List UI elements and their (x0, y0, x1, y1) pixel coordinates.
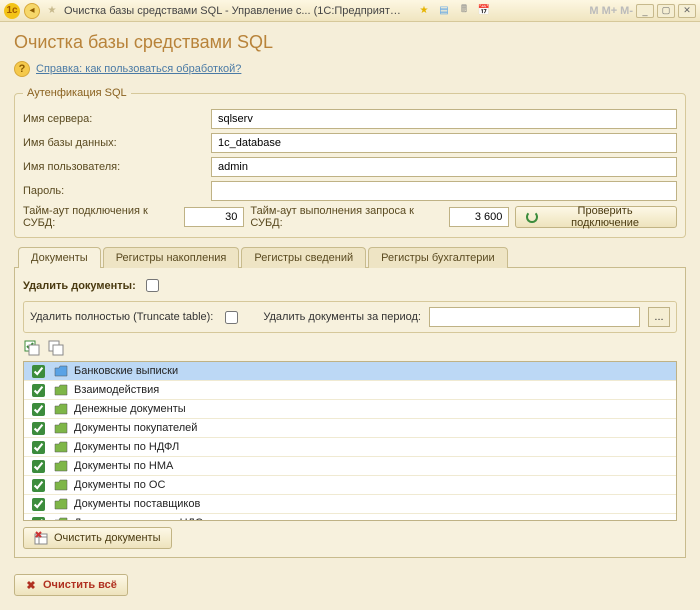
db-label: Имя базы данных: (23, 137, 203, 149)
memory-m-plus[interactable]: M+ (602, 5, 618, 17)
tab-info-registers[interactable]: Регистры сведений (241, 247, 366, 268)
password-label: Пароль: (23, 185, 203, 197)
folder-icon (54, 479, 68, 491)
list-item[interactable]: Документы по ОС (24, 476, 676, 495)
user-input[interactable] (211, 157, 677, 177)
list-item-checkbox[interactable] (32, 460, 45, 473)
window-title: Очистка базы средствами SQL - Управление… (64, 5, 404, 17)
close-button[interactable]: ✕ (678, 4, 696, 18)
help-link[interactable]: Справка: как пользоваться обработкой? (36, 63, 241, 75)
star-icon[interactable]: ★ (44, 3, 60, 19)
db-input[interactable] (211, 133, 677, 153)
delete-table-icon (34, 531, 48, 545)
tab-accum-registers[interactable]: Регистры накопления (103, 247, 240, 268)
period-picker-button[interactable]: ... (648, 307, 670, 327)
list-item-checkbox[interactable] (32, 498, 45, 511)
folder-icon (54, 365, 68, 377)
restore-button[interactable]: ▢ (657, 4, 675, 18)
conn-timeout-input[interactable] (184, 207, 244, 227)
truncate-checkbox[interactable] (225, 311, 238, 324)
delete-docs-label: Удалить документы: (23, 280, 136, 292)
list-item[interactable]: Документы по НМА (24, 457, 676, 476)
folder-icon (54, 422, 68, 434)
list-item-checkbox[interactable] (32, 517, 45, 522)
folder-icon (54, 384, 68, 396)
refresh-icon (526, 211, 538, 223)
list-item-label: Документы по учету НДС для передачи в эл… (74, 517, 382, 521)
user-label: Имя пользователя: (23, 161, 203, 173)
list-item-label: Документы по ОС (74, 479, 165, 491)
list-item[interactable]: Документы по учету НДС для передачи в эл… (24, 514, 676, 521)
titlebar: 1c ◂ ★ Очистка базы средствами SQL - Упр… (0, 0, 700, 22)
nav-back-icon[interactable]: ◂ (24, 3, 40, 19)
list-item-checkbox[interactable] (32, 403, 45, 416)
memory-m[interactable]: M (589, 5, 598, 17)
list-item[interactable]: Документы покупателей (24, 419, 676, 438)
folder-icon (54, 517, 68, 521)
page-title: Очистка базы средствами SQL (14, 32, 686, 53)
list-item[interactable]: Банковские выписки (24, 362, 676, 381)
list-item-label: Банковские выписки (74, 365, 178, 377)
list-item-checkbox[interactable] (32, 422, 45, 435)
tab-documents[interactable]: Документы (18, 247, 101, 268)
list-item-checkbox[interactable] (32, 365, 45, 378)
password-input[interactable] (211, 181, 677, 201)
list-item-checkbox[interactable] (32, 479, 45, 492)
folder-icon (54, 498, 68, 510)
query-timeout-input[interactable] (449, 207, 509, 227)
list-item-label: Денежные документы (74, 403, 186, 415)
list-item-label: Документы по НМА (74, 460, 173, 472)
doc-icon[interactable]: ▤ (436, 3, 452, 19)
auth-fieldset: Аутенфикация SQL Имя сервера: Имя базы д… (14, 87, 686, 238)
options-line: Удалить полностью (Truncate table): Удал… (23, 301, 677, 333)
tab-body: Удалить документы: Удалить полностью (Tr… (14, 268, 686, 558)
x-icon: ✖ (25, 579, 37, 591)
list-item-checkbox[interactable] (32, 441, 45, 454)
check-connection-button[interactable]: Проверить подключение (515, 206, 677, 228)
list-item-label: Документы покупателей (74, 422, 197, 434)
check-connection-label: Проверить подключение (544, 205, 666, 229)
list-item-checkbox[interactable] (32, 384, 45, 397)
folder-icon (54, 403, 68, 415)
clear-all-label: Очистить всё (43, 579, 117, 591)
list-item[interactable]: Взаимодействия (24, 381, 676, 400)
list-item[interactable]: Документы по НДФЛ (24, 438, 676, 457)
calendar-icon[interactable]: 📅 (476, 3, 492, 19)
tabstrip: Документы Регистры накопления Регистры с… (14, 246, 686, 268)
help-row: ? Справка: как пользоваться обработкой? (14, 61, 686, 77)
calc-icon[interactable]: 🖩 (456, 3, 472, 19)
memory-m-minus[interactable]: M- (620, 5, 633, 17)
help-icon: ? (14, 61, 30, 77)
query-timeout-label: Тайм-аут выполнения запроса к СУБД: (250, 205, 443, 229)
folder-icon (54, 460, 68, 472)
truncate-label: Удалить полностью (Truncate table): (30, 311, 213, 323)
delete-docs-checkbox[interactable] (146, 279, 159, 292)
period-input[interactable] (429, 307, 640, 327)
list-item-label: Документы поставщиков (74, 498, 200, 510)
tab-accounting-registers[interactable]: Регистры бухгалтерии (368, 247, 508, 268)
list-toolbar (23, 339, 677, 357)
check-all-button[interactable] (23, 339, 41, 357)
clear-documents-button[interactable]: Очистить документы (23, 527, 172, 549)
conn-timeout-label: Тайм-аут подключения к СУБД: (23, 205, 178, 229)
auth-legend: Аутенфикация SQL (23, 87, 131, 99)
period-label: Удалить документы за период: (263, 311, 421, 323)
fav-add-icon[interactable]: ★ (416, 3, 432, 19)
documents-list[interactable]: Банковские выписки Взаимодействия Денежные… (23, 361, 677, 521)
uncheck-all-button[interactable] (47, 339, 65, 357)
server-label: Имя сервера: (23, 113, 203, 125)
list-item-label: Документы по НДФЛ (74, 441, 179, 453)
clear-documents-label: Очистить документы (54, 532, 161, 544)
server-input[interactable] (211, 109, 677, 129)
folder-icon (54, 441, 68, 453)
list-item[interactable]: Денежные документы (24, 400, 676, 419)
list-item[interactable]: Документы поставщиков (24, 495, 676, 514)
minimize-button[interactable]: _ (636, 4, 654, 18)
clear-all-button[interactable]: ✖ Очистить всё (14, 574, 128, 596)
app-icon: 1c (4, 3, 20, 19)
list-item-label: Взаимодействия (74, 384, 159, 396)
